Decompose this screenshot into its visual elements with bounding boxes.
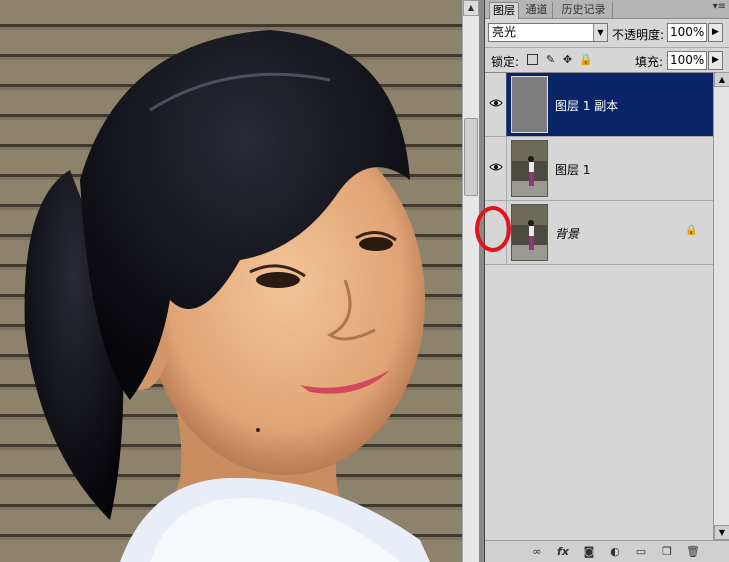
lock-row: 锁定: ✎ ✥ 🔒 填充: 100% ▶	[485, 47, 729, 71]
highlight-circle	[475, 206, 511, 252]
layer-thumbnail	[511, 76, 548, 133]
tab-channels[interactable]: 通道	[521, 2, 553, 19]
lock-all-icon[interactable]: 🔒	[579, 54, 593, 65]
layers-panel: 图层 通道 历史记录 ▾≡ 亮光 ▼ 不透明度: 100% ▶ 锁定: ✎ ✥ …	[484, 0, 729, 562]
layer-thumbnail	[511, 204, 548, 261]
blend-mode-select[interactable]: 亮光 ▼	[488, 23, 608, 42]
mask-icon[interactable]: ◙	[581, 544, 597, 560]
lock-transparency-icon[interactable]	[527, 54, 538, 65]
visibility-toggle[interactable]	[485, 137, 507, 200]
opacity-label: 不透明度:	[612, 28, 665, 42]
layers-scrollbar[interactable]: ▲ ▼	[713, 72, 729, 540]
group-icon[interactable]: ▭	[633, 544, 649, 560]
link-icon[interactable]: ∞	[529, 544, 545, 560]
layer-name[interactable]: 背景	[555, 225, 579, 242]
new-layer-icon[interactable]: ❐	[659, 544, 675, 560]
layer-row[interactable]: 图层 1	[485, 137, 713, 201]
fx-icon[interactable]: fx	[555, 544, 571, 560]
blend-row: 亮光 ▼ 不透明度: 100% ▶	[485, 21, 729, 45]
layer-row[interactable]: 图层 1 副本	[485, 73, 713, 137]
layer-name[interactable]: 图层 1	[555, 161, 590, 178]
layer-name[interactable]: 图层 1 副本	[555, 97, 618, 114]
fill-arrow-icon[interactable]: ▶	[708, 51, 723, 70]
fill-label: 填充:	[635, 55, 664, 69]
blend-mode-value: 亮光	[492, 25, 517, 39]
layers-bottom-toolbar: ∞ fx ◙ ◐ ▭ ❐ 🗑	[485, 540, 729, 562]
eye-icon	[489, 99, 503, 107]
eye-icon	[489, 163, 503, 171]
document-vertical-scrollbar[interactable]: ▲	[462, 0, 479, 562]
layers-list: 图层 1 副本 图层 1 背景 🔒	[485, 72, 713, 540]
tab-history[interactable]: 历史记录	[555, 2, 613, 19]
lock-move-icon[interactable]: ✥	[562, 54, 573, 65]
photo-image	[24, 30, 430, 562]
lock-icon: 🔒	[685, 225, 698, 236]
opacity-input[interactable]: 100%	[667, 23, 707, 42]
adjustment-icon[interactable]: ◐	[607, 544, 623, 560]
document-canvas[interactable]	[0, 0, 462, 562]
fill-input[interactable]: 100%	[667, 51, 707, 70]
scroll-thumb[interactable]	[464, 118, 478, 196]
tab-layers[interactable]: 图层	[489, 2, 519, 19]
chevron-down-icon[interactable]: ▼	[593, 24, 607, 41]
opacity-arrow-icon[interactable]: ▶	[708, 23, 723, 42]
panel-menu-icon[interactable]: ▾≡	[713, 1, 726, 12]
visibility-toggle[interactable]	[485, 73, 507, 136]
lock-brush-icon[interactable]: ✎	[545, 54, 556, 65]
trash-icon[interactable]: 🗑	[685, 544, 701, 560]
layer-thumbnail	[511, 140, 548, 197]
scroll-up-arrow-icon[interactable]: ▲	[463, 0, 479, 16]
scroll-down-arrow-icon[interactable]: ▼	[714, 525, 729, 540]
layer-row[interactable]: 背景 🔒	[485, 201, 713, 265]
lock-label: 锁定:	[491, 55, 520, 69]
panel-tabbar: 图层 通道 历史记录 ▾≡	[485, 0, 729, 19]
scroll-up-arrow-icon[interactable]: ▲	[714, 72, 729, 87]
